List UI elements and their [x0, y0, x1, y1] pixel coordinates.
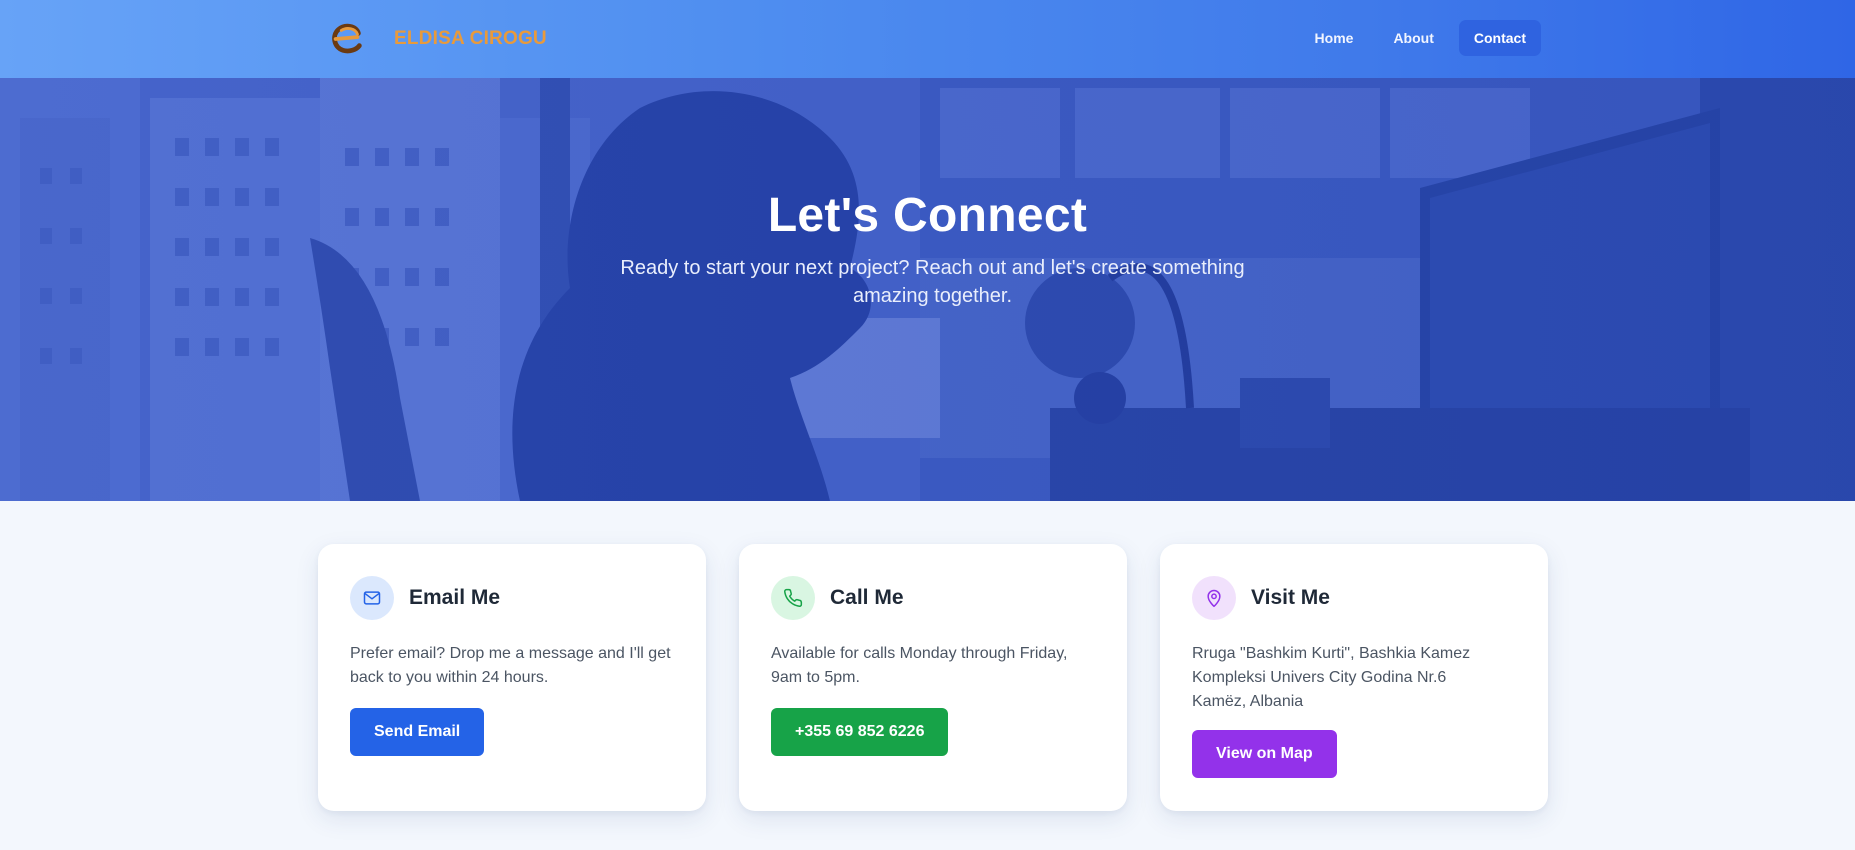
card-title: Email Me: [409, 586, 501, 609]
call-card: Call Me Available for calls Monday throu…: [739, 544, 1127, 811]
address-line: Rruga "Bashkim Kurti", Bashkia Kamez: [1192, 645, 1471, 662]
hero-subtitle: Ready to start your next project? Reach …: [620, 257, 1245, 307]
nav-about[interactable]: About: [1378, 20, 1448, 56]
brand-name: ELDISA CIROGU: [394, 28, 547, 49]
card-title: Call Me: [830, 586, 904, 609]
nav-contact[interactable]: Contact: [1458, 20, 1541, 56]
card-description: Prefer email? Drop me a message and I'll…: [350, 645, 671, 686]
card-description: Available for calls Monday through Frida…: [771, 645, 1068, 686]
card-header: Call Me: [771, 576, 1095, 620]
email-card: Email Me Prefer email? Drop me a message…: [318, 544, 706, 811]
call-phone-button[interactable]: +355 69 852 6226: [771, 708, 949, 756]
card-header: Email Me: [350, 576, 674, 620]
hero-section: Let's Connect Ready to start your next p…: [0, 78, 1855, 501]
view-on-map-button[interactable]: View on Map: [1192, 730, 1337, 778]
logo-icon: [332, 23, 362, 54]
main-nav: Home About Contact: [1300, 20, 1541, 56]
address-line: Kompleksi Univers City Godina Nr.6: [1192, 669, 1447, 686]
send-email-button[interactable]: Send Email: [350, 708, 485, 756]
visit-card: Visit Me Rruga "Bashkim Kurti", Bashkia …: [1160, 544, 1548, 811]
address-text: Rruga "Bashkim Kurti", Bashkia Kamez Kom…: [1192, 642, 1516, 714]
card-title: Visit Me: [1251, 586, 1330, 609]
card-header: Visit Me: [1192, 576, 1516, 620]
mail-icon: [350, 576, 394, 620]
map-pin-icon: [1192, 576, 1236, 620]
contact-cards: Email Me Prefer email? Drop me a message…: [318, 544, 1548, 811]
nav-home[interactable]: Home: [1300, 20, 1369, 56]
address-line: Kamëz, Albania: [1192, 693, 1304, 710]
site-header: ELDISA CIROGU Home About Contact: [0, 0, 1855, 78]
hero-title: Let's Connect: [767, 189, 1088, 242]
phone-icon: [771, 576, 815, 620]
brand[interactable]: ELDISA CIROGU: [328, 18, 547, 60]
